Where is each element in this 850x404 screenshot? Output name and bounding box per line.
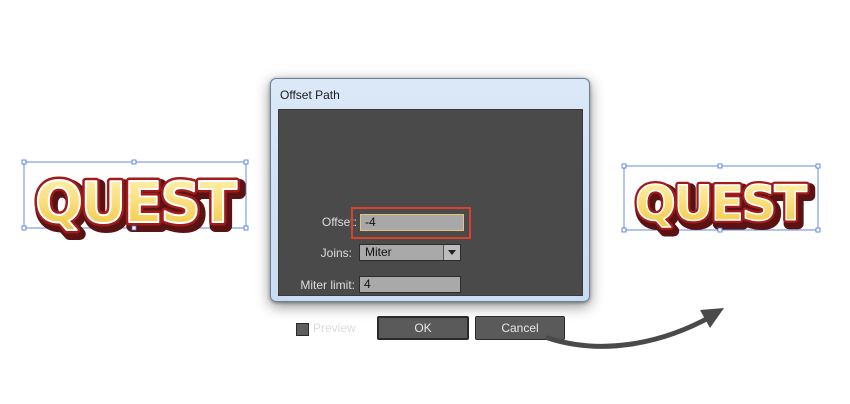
joins-label: Joins: — [320, 246, 352, 260]
chevron-down-icon[interactable] — [443, 245, 460, 260]
joins-select-value: Miter — [365, 245, 392, 259]
offset-path-dialog: Offset Path Offset: -4 Joins: Miter Mite… — [270, 78, 590, 340]
joins-select[interactable]: Miter — [359, 244, 461, 261]
miter-limit-label: Miter limit: — [300, 278, 355, 292]
miter-limit-input[interactable]: 4 — [359, 276, 461, 293]
dialog-body: Offset: -4 Joins: Miter Miter limit: 4 P… — [278, 109, 583, 340]
canvas: QUEST QUEST QUEST Offset Path Offset: -4… — [0, 0, 850, 404]
quest-logo-before: QUEST QUEST QUEST — [21, 159, 249, 246]
quest-logo-after: QUEST QUEST QUEST — [621, 163, 821, 242]
offset-label: Offset: — [321, 215, 357, 229]
offset-input[interactable]: -4 — [360, 214, 464, 231]
dialog-titlebar[interactable]: Offset Path — [271, 79, 589, 107]
preview-label[interactable]: Preview — [313, 321, 356, 335]
preview-checkbox[interactable] — [296, 323, 309, 336]
quest-artwork-before[interactable]: QUEST QUEST QUEST — [21, 156, 252, 246]
svg-text:QUEST: QUEST — [635, 176, 807, 232]
quest-artwork-after[interactable]: QUEST QUEST QUEST — [620, 160, 825, 242]
dialog-title: Offset Path — [280, 88, 340, 102]
ok-button[interactable]: OK — [377, 316, 469, 340]
curved-arrow-icon — [545, 308, 724, 349]
